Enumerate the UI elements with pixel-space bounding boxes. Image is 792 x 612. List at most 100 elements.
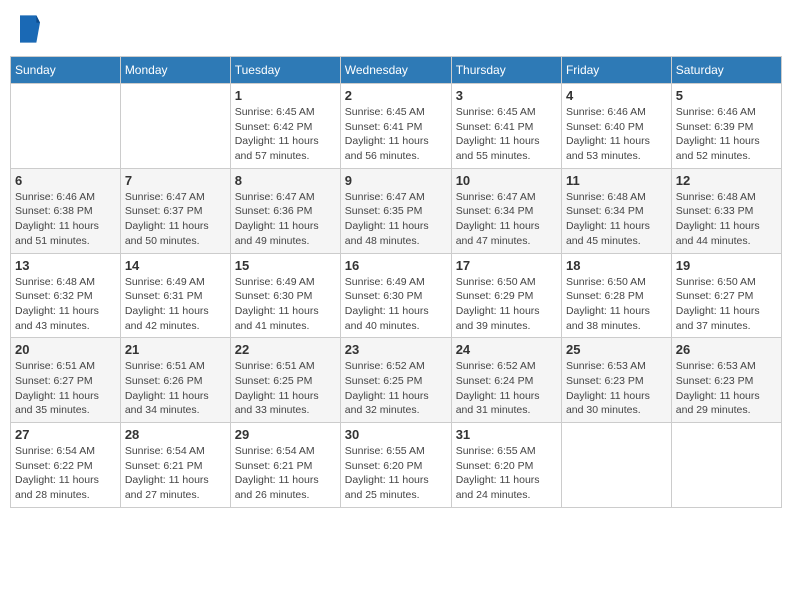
calendar-day-cell [11,84,121,169]
day-info: Sunrise: 6:46 AM Sunset: 6:38 PM Dayligh… [15,190,116,249]
day-number: 18 [566,258,667,273]
calendar-day-cell: 17Sunrise: 6:50 AM Sunset: 6:29 PM Dayli… [451,253,561,338]
page-header [10,10,782,48]
calendar-week-row: 1 Sunrise: 6:45 AM Sunset: 6:42 PM Daylig… [11,84,782,169]
day-info: Sunrise: 6:49 AM Sunset: 6:30 PM Dayligh… [345,275,447,334]
calendar-day-cell: 18Sunrise: 6:50 AM Sunset: 6:28 PM Dayli… [561,253,671,338]
day-number: 21 [125,342,226,357]
calendar-day-cell [561,423,671,508]
day-info: Sunrise: 6:45 AM Sunset: 6:42 PM Dayligh… [235,105,336,164]
day-number: 28 [125,427,226,442]
day-info: Sunrise: 6:54 AM Sunset: 6:21 PM Dayligh… [235,444,336,503]
day-of-week-header: Wednesday [340,57,451,84]
day-of-week-header: Saturday [671,57,781,84]
calendar-week-row: 20 Sunrise: 6:51 AM Sunset: 6:27 PM Dayli… [11,338,782,423]
calendar-day-cell: 4 Sunrise: 6:46 AM Sunset: 6:40 PM Daylig… [561,84,671,169]
day-number: 13 [15,258,116,273]
logo [20,15,42,43]
day-number: 16 [345,258,447,273]
day-number: 8 [235,173,336,188]
calendar-day-cell [120,84,230,169]
calendar-day-cell: 1 Sunrise: 6:45 AM Sunset: 6:42 PM Daylig… [230,84,340,169]
day-number: 7 [125,173,226,188]
day-number: 26 [676,342,777,357]
calendar-day-cell: 5 Sunrise: 6:46 AM Sunset: 6:39 PM Daylig… [671,84,781,169]
day-of-week-header: Sunday [11,57,121,84]
day-info: Sunrise: 6:51 AM Sunset: 6:26 PM Dayligh… [125,359,226,418]
calendar-day-cell: 11 Sunrise: 6:48 AM Sunset: 6:34 PM Dayli… [561,168,671,253]
day-info: Sunrise: 6:48 AM Sunset: 6:34 PM Dayligh… [566,190,667,249]
day-info: Sunrise: 6:47 AM Sunset: 6:35 PM Dayligh… [345,190,447,249]
day-number: 31 [456,427,557,442]
day-info: Sunrise: 6:46 AM Sunset: 6:40 PM Dayligh… [566,105,667,164]
calendar-day-cell: 16 Sunrise: 6:49 AM Sunset: 6:30 PM Dayli… [340,253,451,338]
day-of-week-header: Tuesday [230,57,340,84]
day-info: Sunrise: 6:52 AM Sunset: 6:24 PM Dayligh… [456,359,557,418]
day-info: Sunrise: 6:49 AM Sunset: 6:30 PM Dayligh… [235,275,336,334]
calendar-day-cell: 31 Sunrise: 6:55 AM Sunset: 6:20 PM Dayli… [451,423,561,508]
day-number: 2 [345,88,447,103]
calendar-day-cell: 14 Sunrise: 6:49 AM Sunset: 6:31 PM Dayli… [120,253,230,338]
day-of-week-header: Monday [120,57,230,84]
day-number: 3 [456,88,557,103]
day-number: 9 [345,173,447,188]
calendar-day-cell: 25 Sunrise: 6:53 AM Sunset: 6:23 PM Dayli… [561,338,671,423]
day-number: 29 [235,427,336,442]
calendar-day-cell [671,423,781,508]
day-info: Sunrise: 6:49 AM Sunset: 6:31 PM Dayligh… [125,275,226,334]
calendar-day-cell: 29 Sunrise: 6:54 AM Sunset: 6:21 PM Dayli… [230,423,340,508]
calendar-day-cell: 9 Sunrise: 6:47 AM Sunset: 6:35 PM Daylig… [340,168,451,253]
day-number: 23 [345,342,447,357]
day-info: Sunrise: 6:55 AM Sunset: 6:20 PM Dayligh… [345,444,447,503]
day-of-week-header: Friday [561,57,671,84]
day-number: 14 [125,258,226,273]
day-info: Sunrise: 6:53 AM Sunset: 6:23 PM Dayligh… [566,359,667,418]
calendar-day-cell: 2Sunrise: 6:45 AM Sunset: 6:41 PM Daylig… [340,84,451,169]
calendar-day-cell: 7 Sunrise: 6:47 AM Sunset: 6:37 PM Daylig… [120,168,230,253]
calendar-day-cell: 13Sunrise: 6:48 AM Sunset: 6:32 PM Dayli… [11,253,121,338]
calendar-day-cell: 8Sunrise: 6:47 AM Sunset: 6:36 PM Daylig… [230,168,340,253]
calendar-day-cell: 23Sunrise: 6:52 AM Sunset: 6:25 PM Dayli… [340,338,451,423]
day-number: 30 [345,427,447,442]
calendar-week-row: 13Sunrise: 6:48 AM Sunset: 6:32 PM Dayli… [11,253,782,338]
calendar-day-cell: 12 Sunrise: 6:48 AM Sunset: 6:33 PM Dayli… [671,168,781,253]
logo-icon [20,15,40,43]
day-of-week-header: Thursday [451,57,561,84]
day-number: 4 [566,88,667,103]
day-number: 27 [15,427,116,442]
day-number: 24 [456,342,557,357]
day-number: 15 [235,258,336,273]
day-info: Sunrise: 6:55 AM Sunset: 6:20 PM Dayligh… [456,444,557,503]
day-info: Sunrise: 6:47 AM Sunset: 6:37 PM Dayligh… [125,190,226,249]
calendar-week-row: 27 Sunrise: 6:54 AM Sunset: 6:22 PM Dayli… [11,423,782,508]
calendar-day-cell: 24 Sunrise: 6:52 AM Sunset: 6:24 PM Dayli… [451,338,561,423]
calendar-day-cell: 10 Sunrise: 6:47 AM Sunset: 6:34 PM Dayli… [451,168,561,253]
calendar-week-row: 6Sunrise: 6:46 AM Sunset: 6:38 PM Daylig… [11,168,782,253]
calendar-day-cell: 21 Sunrise: 6:51 AM Sunset: 6:26 PM Dayli… [120,338,230,423]
calendar-day-cell: 19 Sunrise: 6:50 AM Sunset: 6:27 PM Dayli… [671,253,781,338]
day-info: Sunrise: 6:46 AM Sunset: 6:39 PM Dayligh… [676,105,777,164]
day-info: Sunrise: 6:54 AM Sunset: 6:22 PM Dayligh… [15,444,116,503]
calendar-table: SundayMondayTuesdayWednesdayThursdayFrid… [10,56,782,508]
day-number: 20 [15,342,116,357]
day-info: Sunrise: 6:50 AM Sunset: 6:27 PM Dayligh… [676,275,777,334]
day-info: Sunrise: 6:51 AM Sunset: 6:25 PM Dayligh… [235,359,336,418]
calendar-day-cell: 27 Sunrise: 6:54 AM Sunset: 6:22 PM Dayli… [11,423,121,508]
day-info: Sunrise: 6:47 AM Sunset: 6:34 PM Dayligh… [456,190,557,249]
day-number: 22 [235,342,336,357]
day-info: Sunrise: 6:51 AM Sunset: 6:27 PM Dayligh… [15,359,116,418]
day-number: 1 [235,88,336,103]
day-info: Sunrise: 6:53 AM Sunset: 6:23 PM Dayligh… [676,359,777,418]
day-number: 19 [676,258,777,273]
day-number: 11 [566,173,667,188]
calendar-day-cell: 20 Sunrise: 6:51 AM Sunset: 6:27 PM Dayli… [11,338,121,423]
calendar-day-cell: 6Sunrise: 6:46 AM Sunset: 6:38 PM Daylig… [11,168,121,253]
calendar-day-cell: 22 Sunrise: 6:51 AM Sunset: 6:25 PM Dayli… [230,338,340,423]
day-info: Sunrise: 6:48 AM Sunset: 6:33 PM Dayligh… [676,190,777,249]
day-number: 12 [676,173,777,188]
calendar-header-row: SundayMondayTuesdayWednesdayThursdayFrid… [11,57,782,84]
day-info: Sunrise: 6:50 AM Sunset: 6:29 PM Dayligh… [456,275,557,334]
day-number: 10 [456,173,557,188]
day-number: 5 [676,88,777,103]
day-number: 25 [566,342,667,357]
